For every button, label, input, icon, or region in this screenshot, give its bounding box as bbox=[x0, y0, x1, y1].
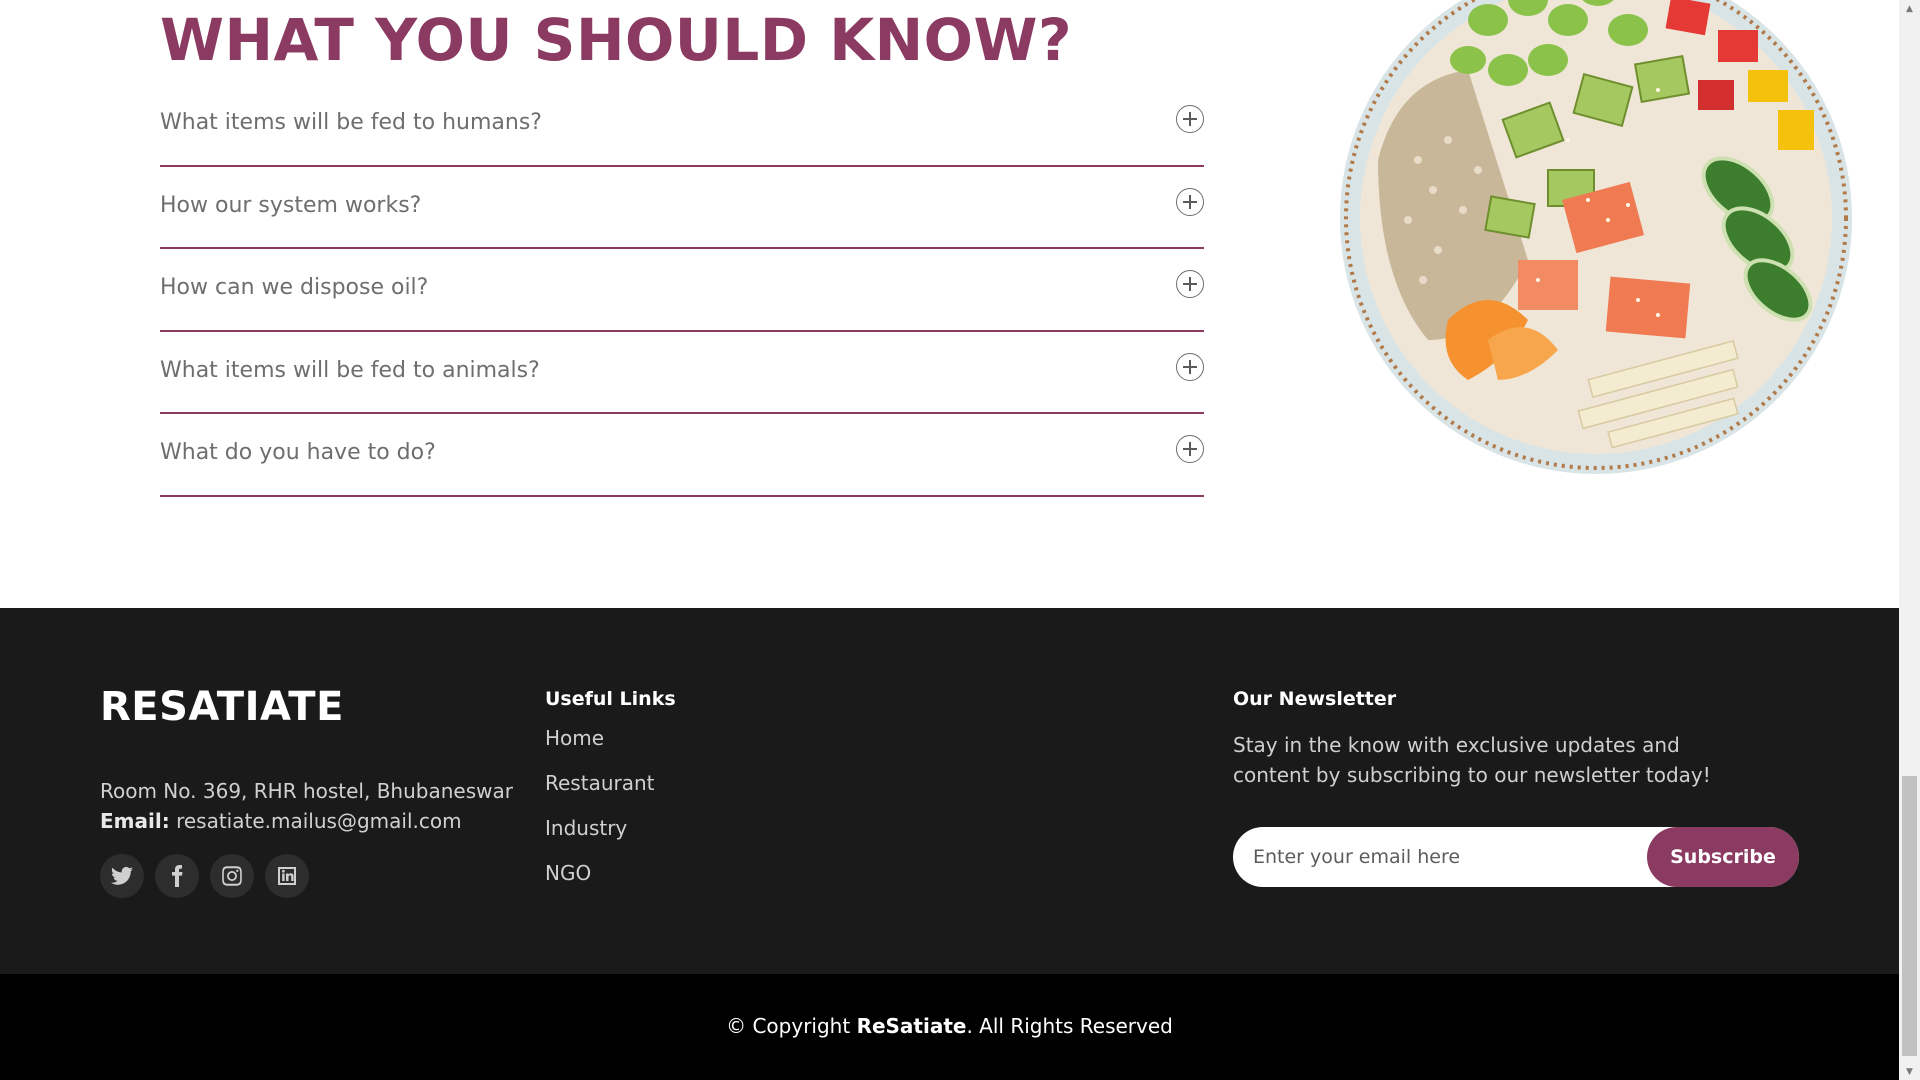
facebook-icon bbox=[172, 865, 183, 887]
plus-circle-icon[interactable] bbox=[1176, 270, 1204, 299]
email-label: Email: bbox=[100, 809, 170, 833]
footer: RESATIATE Room No. 369, RHR hostel, Bhub… bbox=[0, 608, 1899, 974]
social-links bbox=[100, 854, 309, 898]
vertical-scrollbar[interactable]: ▲ ▼ bbox=[1899, 0, 1920, 1080]
instagram-icon bbox=[222, 866, 242, 886]
instagram-link[interactable] bbox=[210, 854, 254, 898]
newsletter-email-input[interactable] bbox=[1233, 827, 1653, 887]
scroll-down-arrow-icon[interactable]: ▼ bbox=[1899, 1063, 1920, 1080]
copyright-prefix: © Copyright bbox=[726, 1014, 857, 1038]
useful-links-list: Home Restaurant Industry NGO bbox=[545, 726, 655, 906]
plus-circle-icon[interactable] bbox=[1176, 105, 1204, 133]
email-line: Email: resatiate.mailus@gmail.com bbox=[100, 806, 513, 836]
newsletter-title: Our Newsletter bbox=[1233, 688, 1397, 710]
faq-question: How our system works? bbox=[160, 192, 422, 218]
faq-question: What items will be fed to humans? bbox=[160, 110, 542, 135]
copyright-suffix: . All Rights Reserved bbox=[966, 1014, 1173, 1038]
plus-circle-icon[interactable] bbox=[1176, 435, 1204, 464]
footer-address: Room No. 369, RHR hostel, Bhubaneswar Em… bbox=[100, 776, 513, 836]
copyright-bar: © Copyright ReSatiate. All Rights Reserv… bbox=[0, 974, 1899, 1080]
faq-item-humans[interactable]: What items will be fed to humans? bbox=[160, 84, 1204, 167]
footer-link-ngo[interactable]: NGO bbox=[545, 861, 655, 906]
newsletter-form: Subscribe bbox=[1233, 827, 1799, 887]
footer-link-home[interactable]: Home bbox=[545, 726, 655, 771]
faq-list: What items will be fed to humans? How ou… bbox=[160, 84, 1204, 497]
footer-brand: RESATIATE bbox=[100, 684, 344, 730]
newsletter-text: Stay in the know with exclusive updates … bbox=[1233, 733, 1711, 787]
poke-bowl-image bbox=[1340, 0, 1852, 474]
footer-link-restaurant[interactable]: Restaurant bbox=[545, 771, 655, 816]
faq-item-animals[interactable]: What items will be fed to animals? bbox=[160, 332, 1204, 415]
twitter-link[interactable] bbox=[100, 854, 144, 898]
faq-item-todo[interactable]: What do you have to do? bbox=[160, 414, 1204, 497]
linkedin-icon bbox=[278, 867, 296, 885]
copyright-brand: ReSatiate bbox=[856, 1014, 967, 1038]
faq-question: What do you have to do? bbox=[160, 440, 436, 466]
footer-link-industry[interactable]: Industry bbox=[545, 816, 655, 861]
faq-title: WHAT YOU SHOULD KNOW? bbox=[160, 6, 1073, 74]
address-line: Room No. 369, RHR hostel, Bhubaneswar bbox=[100, 779, 513, 803]
scrollbar-thumb[interactable] bbox=[1902, 776, 1917, 1056]
faq-item-system[interactable]: How our system works? bbox=[160, 167, 1204, 250]
facebook-link[interactable] bbox=[155, 854, 199, 898]
faq-question: What items will be fed to animals? bbox=[160, 357, 540, 383]
twitter-icon bbox=[111, 866, 133, 885]
copyright-text: © Copyright ReSatiate. All Rights Reserv… bbox=[0, 1014, 1899, 1038]
email-address[interactable]: resatiate.mailus@gmail.com bbox=[176, 809, 462, 833]
faq-question: How can we dispose oil? bbox=[160, 275, 429, 301]
useful-links-title: Useful Links bbox=[545, 688, 676, 710]
faq-section: WHAT YOU SHOULD KNOW? What items will be… bbox=[0, 0, 1899, 608]
plus-circle-icon[interactable] bbox=[1176, 352, 1204, 381]
subscribe-button[interactable]: Subscribe bbox=[1647, 827, 1799, 887]
page: WHAT YOU SHOULD KNOW? What items will be… bbox=[0, 0, 1899, 1080]
plus-circle-icon[interactable] bbox=[1176, 187, 1204, 216]
faq-item-oil[interactable]: How can we dispose oil? bbox=[160, 249, 1204, 332]
linkedin-link[interactable] bbox=[265, 854, 309, 898]
scroll-up-arrow-icon[interactable]: ▲ bbox=[1899, 0, 1920, 17]
